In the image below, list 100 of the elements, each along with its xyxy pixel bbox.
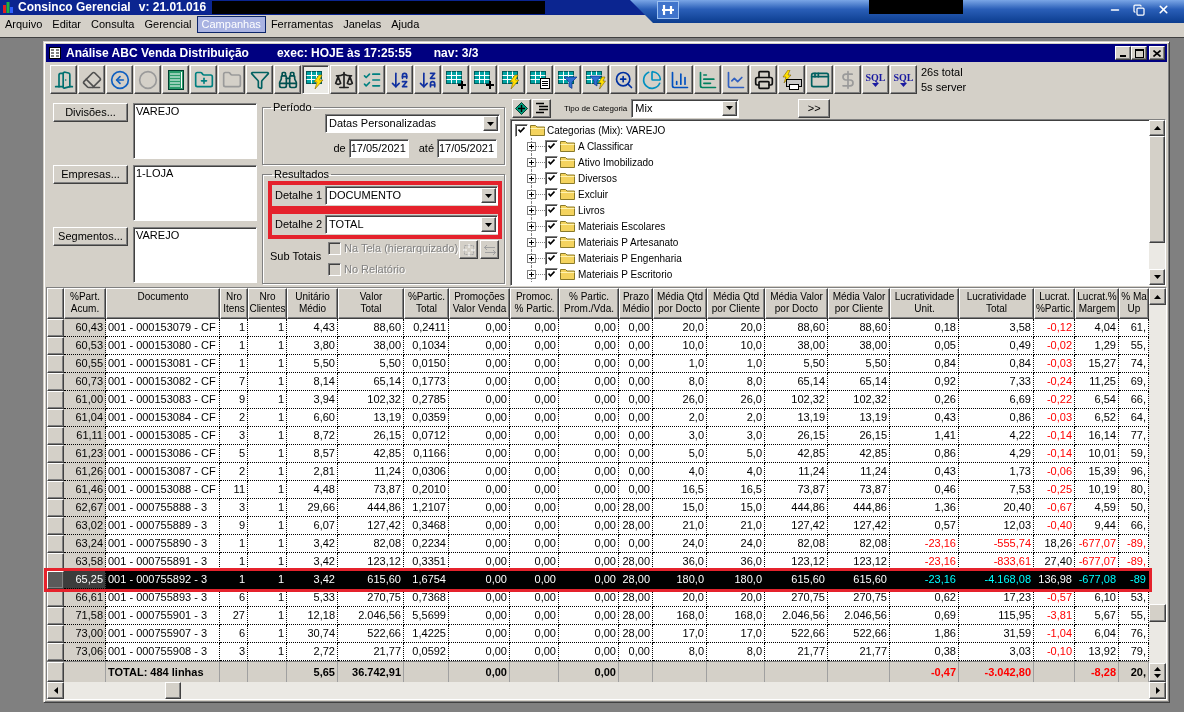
scrollbar-thumb[interactable] [165,682,181,699]
expand-icon[interactable] [527,173,536,183]
expand-icon[interactable] [527,237,536,247]
row-selector[interactable] [47,337,64,355]
table-row[interactable]: 71,58 001 - 000755901 - 3 27 1 12,18 2.046,56 5,5699 0,00 0,00 0,00 28,00 168,0 168,0 2.046,56 2.046,56 0,69 115,95 -3,81 5,67 55, [47,607,1149,625]
sql-button[interactable]: SQL [890,65,917,94]
scrollbar-thumb[interactable] [1149,604,1166,622]
tree-label[interactable]: Materiais P Escritorio [578,267,673,281]
expand-icon[interactable] [527,141,536,151]
row-selector[interactable] [47,643,64,661]
row-selector[interactable] [47,319,64,337]
row-selector[interactable] [47,571,64,589]
detail-dropdown[interactable]: DOCUMENTO [325,186,498,205]
menu-item[interactable]: Ferramentas [265,15,339,33]
expand-icon[interactable] [527,205,536,215]
table-row[interactable]: 73,06 001 - 000755908 - 3 3 1 2,72 21,77 0,0592 0,00 0,00 0,00 0,00 8,0 8,0 21,77 21,77 0,38 3,03 -0,10 13,92 79, [47,643,1149,661]
expand-icon[interactable] [527,189,536,199]
tree-label[interactable]: Materiais P Engenharia [578,251,682,265]
expand-icon[interactable] [527,221,536,231]
table-row[interactable]: 73,00 001 - 000755907 - 3 6 1 30,74 522,66 1,4225 0,00 0,00 0,00 28,00 17,0 17,0 522,66 522,66 1,86 31,59 -1,04 6,04 76, [47,625,1149,643]
row-selector[interactable] [47,463,64,481]
scroll-up-button[interactable] [1149,288,1166,305]
table-row[interactable]: 65,25 001 - 000755892 - 3 1 1 3,42 615,60 1,6754 0,00 0,00 0,00 28,00 180,0 180,0 615,60 615,60 -23,16 -4.168,08 136,98 -677,08 -89 [47,571,1149,589]
checkbox[interactable] [515,123,528,137]
table-row[interactable]: 63,24 001 - 000755890 - 3 1 1 3,42 82,08 0,2234 0,00 0,00 0,00 0,00 24,0 24,0 82,08 82,08 -23,16 -555,74 18,26 -677,07 -89, [47,535,1149,553]
selector-button[interactable]: Empresas... [53,165,128,184]
column-header[interactable]: Prazo Médio [619,288,653,319]
checkbox[interactable] [545,171,558,185]
column-header[interactable]: Nro Clientes [248,288,287,319]
table-row[interactable]: 61,23 001 - 000153086 - CF 5 1 8,57 42,85 0,1166 0,00 0,00 0,00 0,00 5,0 5,0 42,85 42,85 0,86 4,29 -0,14 10,01 59, [47,445,1149,463]
selection-list[interactable]: 1-LOJA [133,165,257,221]
tree-label[interactable]: Categorias (Mix): VAREJO [547,123,666,137]
maximize-button[interactable] [1131,46,1147,60]
menu-item[interactable]: Janelas [338,15,387,33]
sql-button[interactable]: SQL [862,65,889,94]
column-header[interactable]: Lucratividade Unit. [890,288,959,319]
vertical-scrollbar[interactable] [1149,120,1165,285]
menu-item[interactable]: Consulta [86,15,140,33]
checkbox[interactable] [545,251,558,265]
selector-button[interactable]: Divisões... [53,103,128,122]
row-selector[interactable] [47,355,64,373]
row-selector[interactable] [47,481,64,499]
checkbox[interactable] [545,187,558,201]
scroll-spinner-button[interactable] [1149,663,1166,682]
checkbox[interactable] [545,139,558,153]
column-header[interactable]: Média Valor por Cliente [828,288,890,319]
column-header[interactable]: %Part. Acum. [64,288,106,319]
table-row[interactable]: 61,11 001 - 000153085 - CF 3 1 8,72 26,15 0,0712 0,00 0,00 0,00 0,00 3,0 3,0 26,15 26,15 1,41 4,22 -0,14 16,14 77, [47,427,1149,445]
column-header[interactable]: Lucrat.% Margem [1075,288,1119,319]
column-header[interactable]: % Partic. Prom./Vda. [559,288,619,319]
checkbox[interactable] [545,155,558,169]
menu-item[interactable]: Gerencial [139,15,197,33]
restore-icon[interactable] [1133,3,1145,16]
date-field[interactable]: 17/05/2021 [348,139,409,158]
table-row[interactable]: 60,55 001 - 000153081 - CF 1 1 5,50 5,50 0,0150 0,00 0,00 0,00 0,00 1,0 1,0 5,50 5,50 0,84 0,84 -0,03 15,27 74, [47,355,1149,373]
scroll-up-button[interactable] [1149,120,1165,136]
column-header[interactable]: Média Qtd por Cliente [707,288,765,319]
row-selector[interactable] [47,427,64,445]
expand-icon[interactable] [527,253,536,263]
column-header[interactable]: Nro Itens [220,288,248,319]
menu-item[interactable]: Arquivo [0,15,48,33]
column-header[interactable]: Promoções Valor Venda [449,288,510,319]
row-selector[interactable] [47,607,64,625]
tree-label[interactable]: Materiais Escolares [578,219,666,233]
row-selector[interactable] [47,445,64,463]
minimize-button[interactable] [1115,46,1131,60]
horizontal-scrollbar[interactable] [47,682,1166,699]
row-selector[interactable] [47,625,64,643]
column-header[interactable]: Valor Total [338,288,404,319]
selection-list[interactable]: VAREJO [133,227,257,283]
menu-item[interactable]: Editar [47,15,87,33]
close-icon[interactable] [1157,3,1170,16]
scroll-right-button[interactable] [1149,682,1166,699]
close-button[interactable] [1149,46,1165,60]
vertical-scrollbar[interactable] [1149,288,1166,682]
checkbox[interactable] [545,219,558,233]
column-header[interactable]: Média Valor por Docto [765,288,828,319]
table-row[interactable]: 60,53 001 - 000153080 - CF 1 1 3,80 38,00 0,1034 0,00 0,00 0,00 0,00 10,0 10,0 38,00 38,00 0,05 0,49 -0,02 1,29 55, [47,337,1149,355]
category-type-dropdown[interactable]: Mix [631,98,740,118]
column-header[interactable]: Unitário Médio [287,288,338,319]
tree-expand-button[interactable] [512,98,531,118]
row-selector[interactable] [47,391,64,409]
date-field[interactable]: 17/05/2021 [437,139,497,158]
expand-icon[interactable] [527,157,536,167]
table-row[interactable]: 62,67 001 - 000755888 - 3 3 1 29,66 444,86 1,2107 0,00 0,00 0,00 28,00 15,0 15,0 444,86 444,86 1,36 20,40 -0,67 4,59 50, [47,499,1149,517]
column-header[interactable]: Média Qtd por Docto [653,288,707,319]
tree-label[interactable]: Ativo Imobilizado [578,155,654,169]
tree-list-button[interactable] [532,98,551,118]
checkbox[interactable] [545,203,558,217]
row-selector[interactable] [47,409,64,427]
column-header[interactable]: Documento [106,288,220,319]
expand-icon[interactable] [527,269,536,279]
column-header[interactable]: Lucratividade Total [959,288,1034,319]
column-header[interactable]: Promoc. % Partic. [510,288,559,319]
pin-icon[interactable] [657,1,679,19]
toolbar-button[interactable] [302,65,329,94]
more-button[interactable]: >> [798,98,831,118]
scroll-left-button[interactable] [47,682,64,699]
tree-label[interactable]: Livros [578,203,605,217]
table-row[interactable]: 61,46 001 - 000153088 - CF 11 1 4,48 73,87 0,2010 0,00 0,00 0,00 0,00 16,5 16,5 73,87 73,87 0,46 7,53 -0,25 10,19 80, [47,481,1149,499]
